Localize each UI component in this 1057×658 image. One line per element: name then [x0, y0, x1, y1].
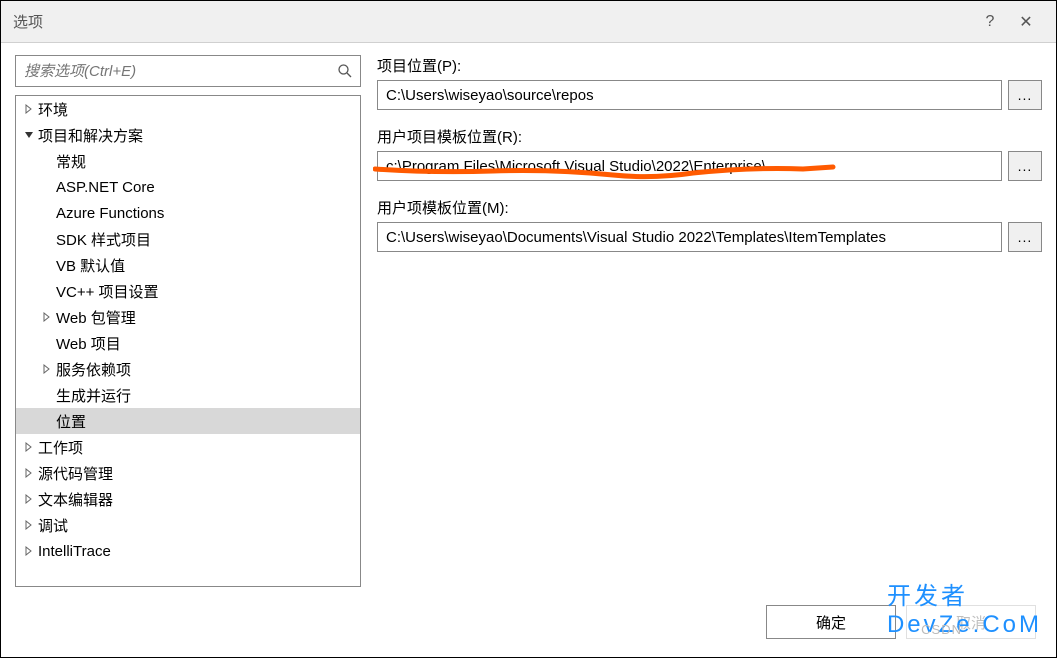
tree-item[interactable]: 位置 — [16, 408, 360, 434]
tree-item[interactable]: 文本编辑器 — [16, 486, 360, 512]
tree-item-label: Web 项目 — [56, 333, 121, 354]
tree-item[interactable]: 源代码管理 — [16, 460, 360, 486]
no-expander — [40, 414, 54, 428]
project-location-browse-button[interactable]: ... — [1008, 80, 1042, 110]
tree-item-label: 服务依赖项 — [56, 359, 131, 380]
search-box[interactable] — [15, 55, 361, 87]
tree-item[interactable]: 工作项 — [16, 434, 360, 460]
no-expander — [40, 232, 54, 246]
chevron-right-icon[interactable] — [22, 518, 36, 532]
search-input[interactable] — [16, 56, 330, 86]
chevron-right-icon[interactable] — [40, 310, 54, 324]
tree-item[interactable]: ASP.NET Core — [16, 174, 360, 200]
tree-item-label: ASP.NET Core — [56, 179, 155, 196]
tree-item-label: SDK 样式项目 — [56, 229, 151, 250]
tree-item[interactable]: Web 项目 — [16, 330, 360, 356]
tree-item[interactable]: SDK 样式项目 — [16, 226, 360, 252]
titlebar: 选项 ? ✕ — [1, 1, 1056, 43]
chevron-right-icon[interactable] — [22, 440, 36, 454]
content: 环境项目和解决方案常规 ASP.NET Core Azure Functions SD… — [1, 43, 1056, 587]
tree-item-label: IntelliTrace — [38, 543, 111, 560]
no-expander — [40, 180, 54, 194]
tree-item-label: 调试 — [38, 515, 68, 536]
user-project-template-group: 用户项目模板位置(R): ... — [377, 126, 1042, 181]
chevron-right-icon[interactable] — [22, 102, 36, 116]
cancel-button[interactable]: 取消 — [906, 605, 1036, 639]
project-location-group: 项目位置(P): ... — [377, 55, 1042, 110]
tree-item-label: 生成并运行 — [56, 385, 131, 406]
user-item-template-group: 用户项模板位置(M): ... — [377, 197, 1042, 252]
tree-item-label: 文本编辑器 — [38, 489, 113, 510]
tree-item-label: 工作项 — [38, 437, 83, 458]
no-expander — [40, 284, 54, 298]
user-project-template-label: 用户项目模板位置(R): — [377, 126, 1042, 147]
search-icon[interactable] — [330, 56, 360, 86]
chevron-right-icon[interactable] — [22, 544, 36, 558]
user-item-template-browse-button[interactable]: ... — [1008, 222, 1042, 252]
tree-item[interactable]: Azure Functions — [16, 200, 360, 226]
project-location-input[interactable] — [377, 80, 1002, 110]
tree-item-label: 环境 — [38, 99, 68, 120]
right-column: 项目位置(P): ... 用户项目模板位置(R): ... 用户项模板位置(M)… — [377, 55, 1042, 587]
user-project-template-browse-button[interactable]: ... — [1008, 151, 1042, 181]
tree-item-label: Web 包管理 — [56, 307, 136, 328]
user-item-template-label: 用户项模板位置(M): — [377, 197, 1042, 218]
no-expander — [40, 258, 54, 272]
tree-item[interactable]: Web 包管理 — [16, 304, 360, 330]
chevron-down-icon[interactable] — [22, 128, 36, 142]
no-expander — [40, 336, 54, 350]
chevron-right-icon[interactable] — [22, 466, 36, 480]
no-expander — [40, 154, 54, 168]
tree-item[interactable]: 项目和解决方案 — [16, 122, 360, 148]
user-project-template-input[interactable] — [377, 151, 1002, 181]
tree-item-label: VB 默认值 — [56, 255, 125, 276]
tree-item-label: 源代码管理 — [38, 463, 113, 484]
tree-item[interactable]: IntelliTrace — [16, 538, 360, 564]
left-column: 环境项目和解决方案常规 ASP.NET Core Azure Functions SD… — [15, 55, 361, 587]
help-icon[interactable]: ? — [972, 4, 1008, 40]
tree-item-label: 项目和解决方案 — [38, 125, 143, 146]
tree-item[interactable]: VB 默认值 — [16, 252, 360, 278]
tree-item-label: Azure Functions — [56, 205, 164, 222]
tree-item[interactable]: 服务依赖项 — [16, 356, 360, 382]
options-tree[interactable]: 环境项目和解决方案常规 ASP.NET Core Azure Functions SD… — [15, 95, 361, 587]
tree-item-label: VC++ 项目设置 — [56, 281, 159, 302]
window-title: 选项 — [13, 11, 972, 32]
chevron-right-icon[interactable] — [40, 362, 54, 376]
ok-button[interactable]: 确定 — [766, 605, 896, 639]
close-icon[interactable]: ✕ — [1008, 4, 1044, 40]
tree-item[interactable]: VC++ 项目设置 — [16, 278, 360, 304]
project-location-label: 项目位置(P): — [377, 55, 1042, 76]
tree-item[interactable]: 生成并运行 — [16, 382, 360, 408]
tree-item[interactable]: 调试 — [16, 512, 360, 538]
no-expander — [40, 206, 54, 220]
user-item-template-input[interactable] — [377, 222, 1002, 252]
tree-item-label: 位置 — [56, 411, 86, 432]
tree-item[interactable]: 环境 — [16, 96, 360, 122]
footer: 确定 取消 — [1, 587, 1056, 657]
tree-item[interactable]: 常规 — [16, 148, 360, 174]
chevron-right-icon[interactable] — [22, 492, 36, 506]
tree-item-label: 常规 — [56, 151, 86, 172]
no-expander — [40, 388, 54, 402]
